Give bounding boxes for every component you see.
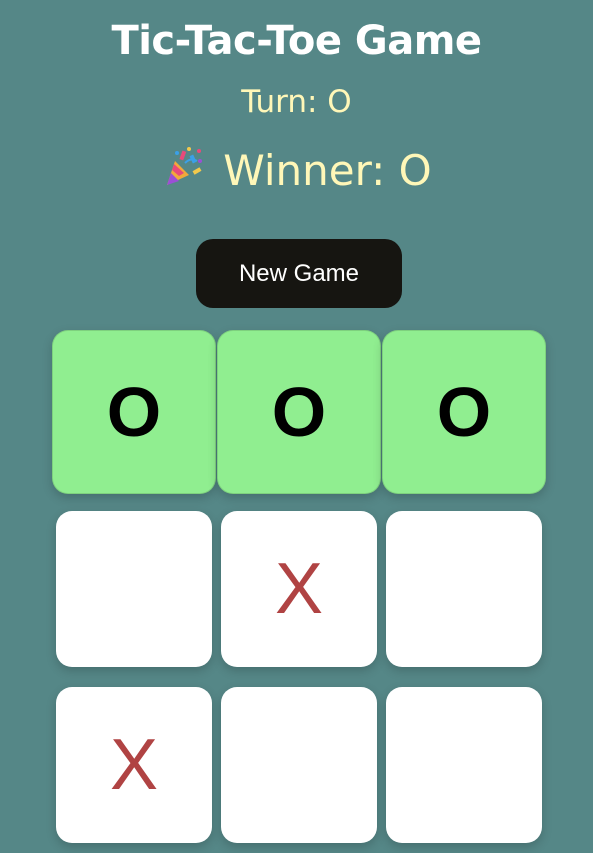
winner-status: Winner: O (0, 145, 593, 195)
cell-2-2[interactable] (386, 687, 542, 843)
cell-2-0[interactable]: X (56, 687, 212, 843)
cell-1-1[interactable]: X (221, 511, 377, 667)
cell-0-2[interactable]: O (382, 330, 546, 494)
cell-2-1[interactable] (221, 687, 377, 843)
party-popper-icon (161, 145, 205, 189)
cell-0-0[interactable]: O (52, 330, 216, 494)
turn-indicator: Turn: O (241, 84, 352, 120)
new-game-button[interactable]: New Game (196, 239, 402, 308)
game-page: Tic-Tac-Toe Game Turn: O Winner: O New G… (0, 0, 593, 853)
cell-0-1[interactable]: O (217, 330, 381, 494)
page-title: Tic-Tac-Toe Game (111, 18, 482, 64)
cell-1-2[interactable] (386, 511, 542, 667)
cell-1-0[interactable] (56, 511, 212, 667)
winner-label: Winner: O (223, 146, 432, 195)
